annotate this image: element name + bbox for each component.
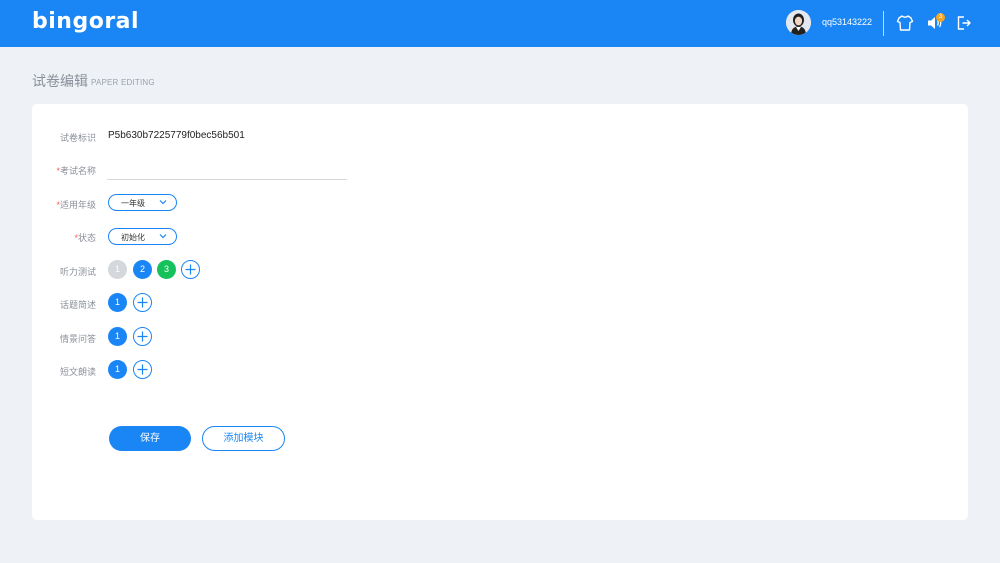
- grade-label: *适用年级: [56, 200, 96, 210]
- paper-id-value: P5b630b7225779f0bec56b501: [108, 130, 245, 141]
- status-select-value: 初始化: [121, 233, 145, 242]
- listening-label: 听力测试: [59, 267, 96, 277]
- reading-item-1[interactable]: 1: [108, 360, 127, 379]
- listening-add-button[interactable]: [181, 260, 200, 279]
- paper-id-label: 试卷标识: [59, 133, 96, 143]
- save-button[interactable]: 保存: [109, 426, 191, 451]
- chevron-down-icon: [159, 234, 167, 239]
- topic-add-button[interactable]: [133, 293, 152, 312]
- topic-item-1[interactable]: 1: [108, 293, 127, 312]
- scenario-add-button[interactable]: [133, 327, 152, 346]
- page-title: 试卷编辑: [32, 73, 88, 89]
- status-label: *状态: [74, 233, 96, 243]
- exam-name-input[interactable]: [107, 162, 347, 180]
- header-divider: [883, 11, 884, 36]
- notification-badge: 3: [936, 13, 945, 22]
- listening-item-2[interactable]: 2: [133, 260, 152, 279]
- logout-icon[interactable]: [955, 14, 973, 32]
- reading-label: 短文朗读: [59, 367, 96, 377]
- logo[interactable]: bingoral: [32, 9, 139, 34]
- status-select[interactable]: 初始化: [108, 228, 177, 245]
- username[interactable]: qq53143222: [822, 17, 872, 27]
- listening-item-3[interactable]: 3: [157, 260, 176, 279]
- plus-icon: [185, 264, 196, 275]
- avatar-image: [786, 10, 811, 35]
- plus-icon: [137, 331, 148, 342]
- exam-name-label: *考试名称: [56, 166, 96, 176]
- avatar[interactable]: [786, 10, 811, 35]
- scenario-item-1[interactable]: 1: [108, 327, 127, 346]
- grade-select[interactable]: 一年级: [108, 194, 177, 211]
- listening-item-1[interactable]: 1: [108, 260, 127, 279]
- page-subtitle: PAPER EDITING: [91, 78, 155, 87]
- add-module-button[interactable]: 添加模块: [202, 426, 285, 451]
- scenario-label: 情景问答: [59, 334, 96, 344]
- reading-add-button[interactable]: [133, 360, 152, 379]
- plus-icon: [137, 297, 148, 308]
- shirt-icon[interactable]: [896, 14, 914, 32]
- topic-label: 话题简述: [59, 300, 96, 310]
- top-header: bingoral qq53143222 3: [0, 0, 1000, 47]
- chevron-down-icon: [159, 200, 167, 205]
- plus-icon: [137, 364, 148, 375]
- grade-select-value: 一年级: [121, 199, 145, 208]
